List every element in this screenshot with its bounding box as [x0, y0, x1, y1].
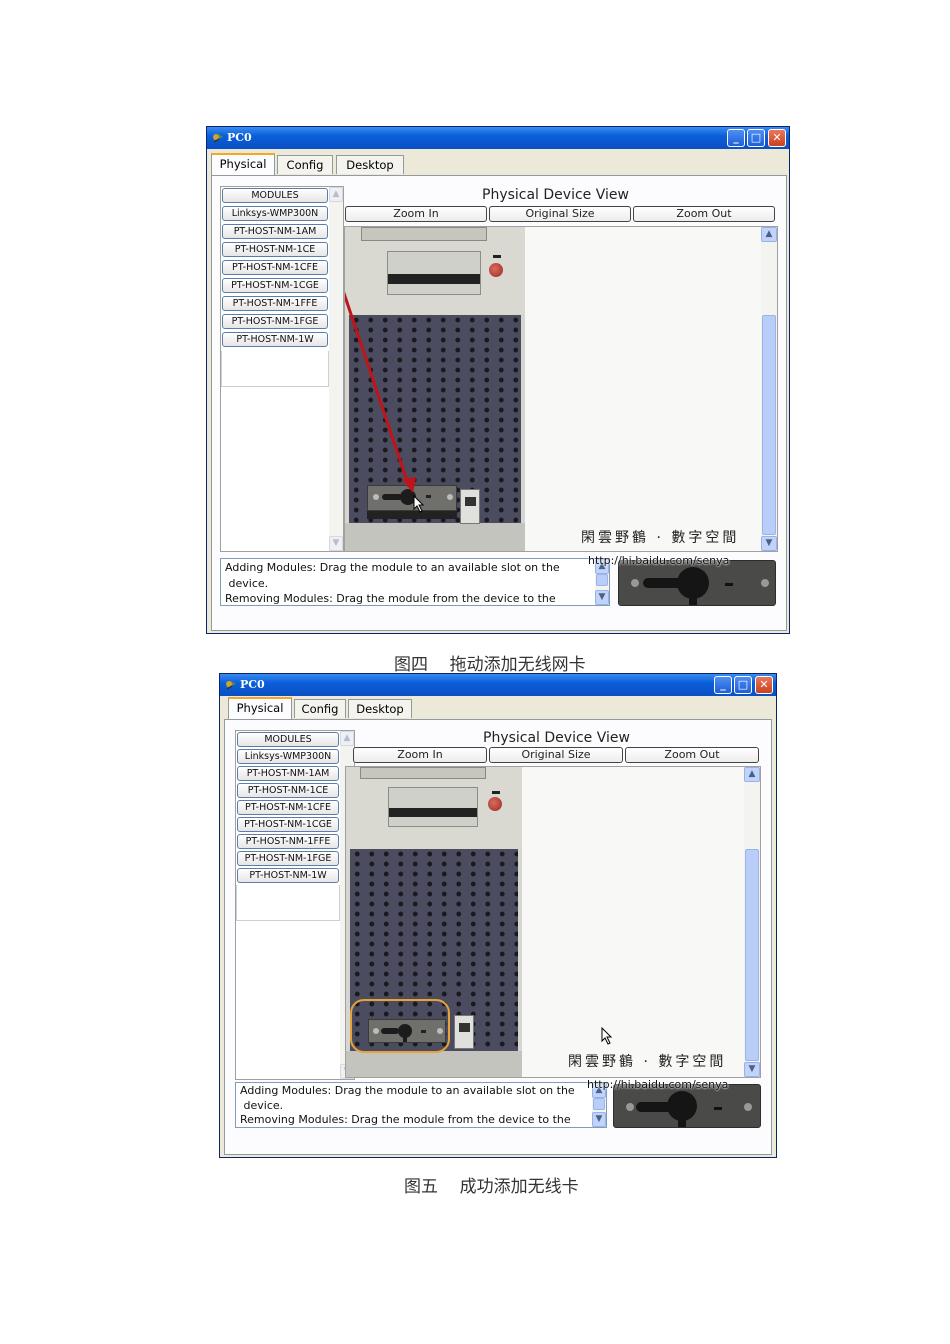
info-textbox[interactable]: Adding Modules: Drag the module to an av… — [220, 558, 610, 606]
url-overlay: http://hi.baidu.com/senya — [588, 554, 730, 567]
module-item[interactable]: PT-HOST-NM-1CE — [237, 783, 339, 798]
physical-device-view-title: Physical Device View — [483, 730, 630, 746]
close-button[interactable]: ✕ — [755, 676, 773, 694]
modules-list-blank — [221, 351, 329, 387]
watermark-text: 閑雲野鶴 · 數字空間 — [581, 530, 740, 546]
scroll-down-icon[interactable]: ▼ — [744, 1062, 760, 1077]
pc0-window-fig5: PC0 _ □ ✕ Physical Config Desktop MODULE… — [219, 673, 777, 1158]
module-item[interactable]: PT-HOST-NM-1FFE — [222, 296, 328, 311]
window-title: PC0 — [227, 131, 252, 144]
physical-device-view-title: Physical Device View — [482, 187, 629, 203]
viewport-scrollbar[interactable]: ▲ ▼ — [761, 227, 777, 551]
tab-physical[interactable]: Physical — [211, 153, 275, 175]
mouse-cursor-icon — [601, 1027, 613, 1045]
module-item[interactable]: PT-HOST-NM-1AM — [237, 766, 339, 781]
modules-header: MODULES — [222, 188, 328, 203]
device-viewport[interactable]: 閑雲野鶴 · 數字空間 ▲ ▼ — [344, 226, 778, 552]
tab-desktop[interactable]: Desktop — [336, 155, 404, 174]
scroll-up-icon[interactable]: ▲ — [761, 227, 777, 242]
maximize-button[interactable]: □ — [734, 676, 752, 694]
module-item[interactable]: PT-HOST-NM-1W — [222, 332, 328, 347]
physical-panel: MODULES Linksys-WMP300N PT-HOST-NM-1AM P… — [224, 719, 772, 1155]
drive-bay — [360, 767, 486, 779]
title-bar[interactable]: PC0 _ □ ✕ — [207, 127, 789, 149]
scroll-down-icon[interactable]: ▼ — [329, 536, 343, 551]
pc-icon — [226, 681, 236, 690]
tab-config[interactable]: Config — [277, 155, 333, 174]
modules-scrollbar[interactable]: ▲ ▼ — [329, 187, 343, 551]
scroll-down-icon[interactable]: ▼ — [592, 1112, 606, 1127]
zoom-in-button[interactable]: Zoom In — [353, 747, 487, 763]
pc-icon — [213, 134, 223, 143]
scroll-thumb[interactable] — [762, 315, 776, 535]
minimize-button[interactable]: _ — [714, 676, 732, 694]
modules-header: MODULES — [237, 732, 339, 747]
device-viewport[interactable]: 閑雲野鶴 · 數字空間 ▲ ▼ — [345, 766, 761, 1078]
info-text: Adding Modules: Drag the module to an av… — [240, 1084, 575, 1126]
viewport-scrollbar[interactable]: ▲ ▼ — [744, 767, 760, 1077]
tab-desktop[interactable]: Desktop — [348, 699, 412, 718]
scroll-thumb[interactable] — [596, 574, 608, 586]
pc-chassis — [346, 767, 522, 1077]
modules-list: MODULES Linksys-WMP300N PT-HOST-NM-1AM P… — [235, 730, 355, 1080]
scroll-up-icon[interactable]: ▲ — [744, 767, 760, 782]
scroll-thumb[interactable] — [593, 1098, 605, 1110]
module-item[interactable]: Linksys-WMP300N — [222, 206, 328, 221]
module-item[interactable]: Linksys-WMP300N — [237, 749, 339, 764]
module-item[interactable]: PT-HOST-NM-1W — [237, 868, 339, 883]
module-item[interactable]: PT-HOST-NM-1FGE — [222, 314, 328, 329]
modules-list: MODULES Linksys-WMP300N PT-HOST-NM-1AM P… — [220, 186, 344, 552]
original-size-button[interactable]: Original Size — [489, 206, 631, 222]
mouse-cursor-icon — [413, 495, 425, 513]
module-item[interactable]: PT-HOST-NM-1CFE — [237, 800, 339, 815]
card-slot-bar — [367, 511, 457, 519]
tab-config[interactable]: Config — [294, 699, 346, 718]
url-overlay: http://hi.baidu.com/senya — [587, 1078, 729, 1091]
modules-list-blank — [236, 885, 340, 921]
pc0-window-fig4: PC0 _ □ ✕ Physical Config Desktop MODULE… — [206, 126, 790, 634]
figure-caption: 图五 成功添加无线卡 — [404, 1177, 579, 1197]
module-item[interactable]: PT-HOST-NM-1CGE — [222, 278, 328, 293]
module-item[interactable]: PT-HOST-NM-1CE — [222, 242, 328, 257]
wireless-module-icon — [626, 1091, 752, 1127]
ethernet-port[interactable] — [454, 1015, 474, 1049]
wireless-module-icon — [631, 567, 769, 605]
zoom-in-button[interactable]: Zoom In — [345, 206, 487, 222]
figure-caption: 图四 拖动添加无线网卡 — [394, 655, 586, 675]
scroll-up-icon[interactable]: ▲ — [329, 187, 343, 202]
module-item[interactable]: PT-HOST-NM-1FGE — [237, 851, 339, 866]
power-button[interactable] — [488, 797, 502, 811]
watermark-text: 閑雲野鶴 · 數字空間 — [568, 1054, 727, 1070]
info-textbox[interactable]: Adding Modules: Drag the module to an av… — [235, 1082, 607, 1128]
tab-physical[interactable]: Physical — [228, 697, 292, 719]
module-item[interactable]: PT-HOST-NM-1CFE — [222, 260, 328, 275]
module-item[interactable]: PT-HOST-NM-1FFE — [237, 834, 339, 849]
floppy-drive — [388, 787, 478, 827]
scroll-thumb[interactable] — [745, 849, 759, 1061]
scroll-down-icon[interactable]: ▼ — [595, 590, 609, 605]
module-item[interactable]: PT-HOST-NM-1AM — [222, 224, 328, 239]
zoom-out-button[interactable]: Zoom Out — [633, 206, 775, 222]
close-button[interactable]: ✕ — [768, 129, 786, 147]
maximize-button[interactable]: □ — [747, 129, 765, 147]
drag-arrow — [345, 291, 416, 493]
physical-panel: MODULES Linksys-WMP300N PT-HOST-NM-1AM P… — [211, 175, 787, 631]
info-text: Adding Modules: Drag the module to an av… — [225, 561, 560, 605]
module-item[interactable]: PT-HOST-NM-1CGE — [237, 817, 339, 832]
installed-highlight — [350, 999, 450, 1053]
original-size-button[interactable]: Original Size — [489, 747, 623, 763]
scroll-up-icon[interactable]: ▲ — [340, 731, 354, 746]
scroll-down-icon[interactable]: ▼ — [761, 536, 777, 551]
zoom-out-button[interactable]: Zoom Out — [625, 747, 759, 763]
power-led — [492, 791, 500, 794]
title-bar[interactable]: PC0 _ □ ✕ — [220, 674, 776, 696]
minimize-button[interactable]: _ — [727, 129, 745, 147]
window-title: PC0 — [240, 678, 265, 691]
